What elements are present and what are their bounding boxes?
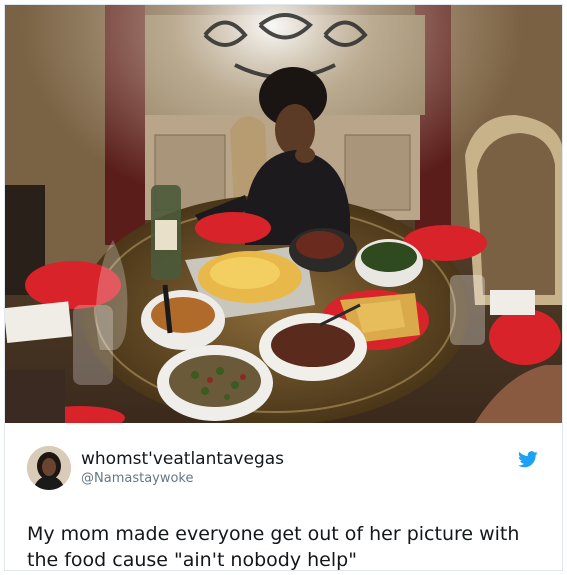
tweet-photo[interactable] — [5, 5, 562, 423]
tweet-card: whomst'veatlantavegas @Namastaywoke My m… — [4, 4, 563, 571]
twitter-bird-icon[interactable] — [518, 451, 538, 468]
avatar[interactable] — [27, 446, 71, 490]
user-handle[interactable]: @Namastaywoke — [81, 471, 194, 486]
tweet-body: whomst'veatlantavegas @Namastaywoke My m… — [5, 423, 562, 570]
tweet-text: My mom made everyone get out of her pict… — [27, 523, 520, 571]
display-name[interactable]: whomst'veatlantavegas — [81, 449, 284, 469]
